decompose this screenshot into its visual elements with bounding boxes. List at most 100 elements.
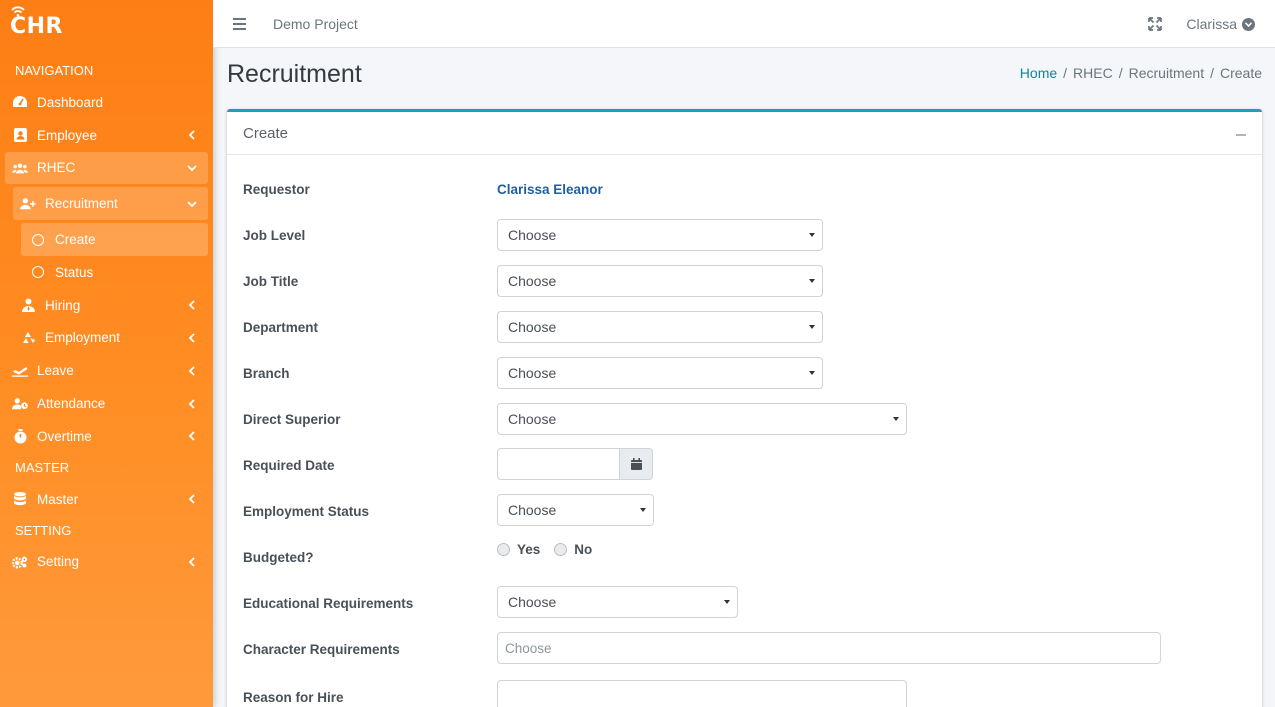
section-master: MASTER — [15, 459, 70, 475]
job-level-select[interactable]: Choose — [497, 219, 823, 251]
breadcrumb-rhec[interactable]: RHEC — [1073, 65, 1113, 81]
sidebar-item-recruitment[interactable]: Recruitment — [13, 187, 208, 221]
sidebar-item-attendance[interactable]: Attendance — [0, 387, 213, 420]
breadcrumb-home[interactable]: Home — [1020, 65, 1057, 81]
sidebar-item-label: Leave — [37, 363, 74, 379]
user-name: Clarissa — [1186, 16, 1237, 32]
chevron-left-icon — [188, 366, 195, 376]
sidebar-item-hiring[interactable]: Hiring — [0, 289, 213, 322]
wifi-icon — [11, 6, 25, 17]
project-name[interactable]: Demo Project — [273, 16, 358, 32]
dropdown-arrow-icon — [809, 371, 815, 375]
department-select[interactable]: Choose — [497, 311, 823, 343]
sidebar-item-create[interactable]: Create — [21, 223, 208, 256]
hamburger-menu-icon[interactable] — [233, 17, 246, 30]
reason-label: Reason for Hire — [243, 690, 344, 705]
sidebar-item-label: Overtime — [37, 428, 92, 444]
budgeted-yes-radio[interactable] — [497, 543, 510, 556]
radio-label-yes[interactable]: Yes — [517, 542, 540, 557]
sidebar: CHR NAVIGATION Dashboard Employee RHEC R… — [0, 0, 213, 707]
direct-superior-select[interactable]: Choose — [497, 403, 907, 435]
sidebar-item-label: Setting — [37, 554, 80, 570]
required-date-label: Required Date — [243, 458, 335, 473]
sidebar-item-label: Dashboard — [37, 94, 104, 110]
fullscreen-icon[interactable] — [1148, 17, 1162, 31]
calendar-icon — [630, 458, 642, 470]
sidebar-item-label: Master — [37, 491, 79, 507]
dropdown-arrow-icon — [893, 417, 899, 421]
required-date-input[interactable] — [497, 448, 621, 480]
job-title-select[interactable]: Choose — [497, 265, 823, 297]
sidebar-item-rhec[interactable]: RHEC — [5, 151, 208, 185]
requestor-value: Clarissa Eleanor — [497, 182, 603, 197]
sidebar-item-leave[interactable]: Leave — [0, 354, 213, 387]
chevron-left-icon — [188, 431, 195, 441]
dropdown-arrow-icon — [640, 508, 646, 512]
radio-label-no[interactable]: No — [574, 542, 592, 557]
sidebar-item-master[interactable]: Master — [0, 483, 213, 516]
create-form-card: Create Requestor Clarissa Eleanor Job Le… — [227, 109, 1262, 707]
sidebar-item-overtime[interactable]: Overtime — [0, 420, 213, 453]
breadcrumb-recruitment[interactable]: Recruitment — [1129, 65, 1204, 81]
user-plus-icon — [20, 196, 36, 212]
budgeted-label: Budgeted? — [243, 550, 314, 565]
sidebar-item-employee[interactable]: Employee — [0, 119, 213, 152]
breadcrumb-separator: / — [1210, 65, 1214, 81]
brand[interactable]: CHR — [0, 0, 213, 48]
sidebar-item-label: Create — [55, 232, 96, 248]
education-label: Educational Requirements — [243, 596, 414, 611]
input-placeholder: Choose — [505, 640, 552, 656]
sidebar-item-label: RHEC — [37, 160, 76, 176]
reason-for-hire-input[interactable] — [497, 680, 907, 707]
sidebar-item-setting[interactable]: Setting — [0, 546, 213, 579]
sidebar-item-dashboard[interactable]: Dashboard — [0, 86, 213, 119]
department-label: Department — [243, 320, 319, 335]
sidebar-item-status[interactable]: Status — [0, 256, 213, 289]
employment-status-label: Employment Status — [243, 504, 370, 519]
sidebar-item-label: Hiring — [45, 297, 81, 313]
collapse-icon[interactable] — [1236, 134, 1246, 136]
user-clock-icon — [12, 396, 28, 412]
direct-superior-label: Direct Superior — [243, 412, 341, 427]
circle-icon — [30, 232, 46, 248]
chevron-down-icon — [187, 165, 197, 172]
education-select[interactable]: Choose — [497, 586, 738, 618]
budgeted-no-radio[interactable] — [554, 543, 568, 556]
character-requirements-input[interactable]: Choose — [497, 632, 1161, 664]
requestor-label: Requestor — [243, 182, 310, 197]
job-level-label: Job Level — [243, 228, 306, 243]
dashboard-icon — [12, 94, 28, 110]
chevron-down-icon — [187, 201, 197, 208]
brand-name: CHR — [10, 14, 63, 39]
cogs-icon — [12, 554, 28, 570]
select-value: Choose — [508, 227, 557, 243]
chevron-left-icon — [188, 333, 195, 343]
user-tie-icon — [20, 297, 36, 313]
select-value: Choose — [508, 273, 557, 289]
sidebar-item-label: Recruitment — [45, 196, 118, 212]
dropdown-arrow-icon — [724, 600, 730, 604]
select-value: Choose — [508, 365, 557, 381]
branch-select[interactable]: Choose — [497, 357, 823, 389]
section-setting: SETTING — [15, 522, 72, 538]
users-icon — [12, 160, 28, 176]
topbar: Demo Project Clarissa — [213, 0, 1275, 48]
stopwatch-icon — [12, 428, 28, 444]
employment-status-select[interactable]: Choose — [497, 494, 654, 526]
card-title: Create — [227, 112, 1262, 155]
date-picker-button[interactable] — [619, 448, 653, 480]
chevron-left-icon — [188, 494, 195, 504]
sidebar-item-label: Employment — [45, 330, 121, 346]
chevron-left-icon — [188, 130, 195, 140]
dropdown-arrow-icon — [809, 279, 815, 283]
sidebar-item-employment[interactable]: Employment — [0, 322, 213, 355]
chevron-circle-down-icon — [1242, 17, 1255, 31]
select-value: Choose — [508, 411, 557, 427]
breadcrumb-separator: / — [1063, 65, 1068, 81]
select-value: Choose — [508, 319, 557, 335]
sidebar-item-label: Status — [55, 264, 94, 280]
chevron-left-icon — [188, 300, 195, 310]
plane-departure-icon — [12, 363, 28, 379]
user-menu[interactable]: Clarissa — [1186, 16, 1255, 32]
sidebar-item-label: Attendance — [37, 396, 106, 412]
